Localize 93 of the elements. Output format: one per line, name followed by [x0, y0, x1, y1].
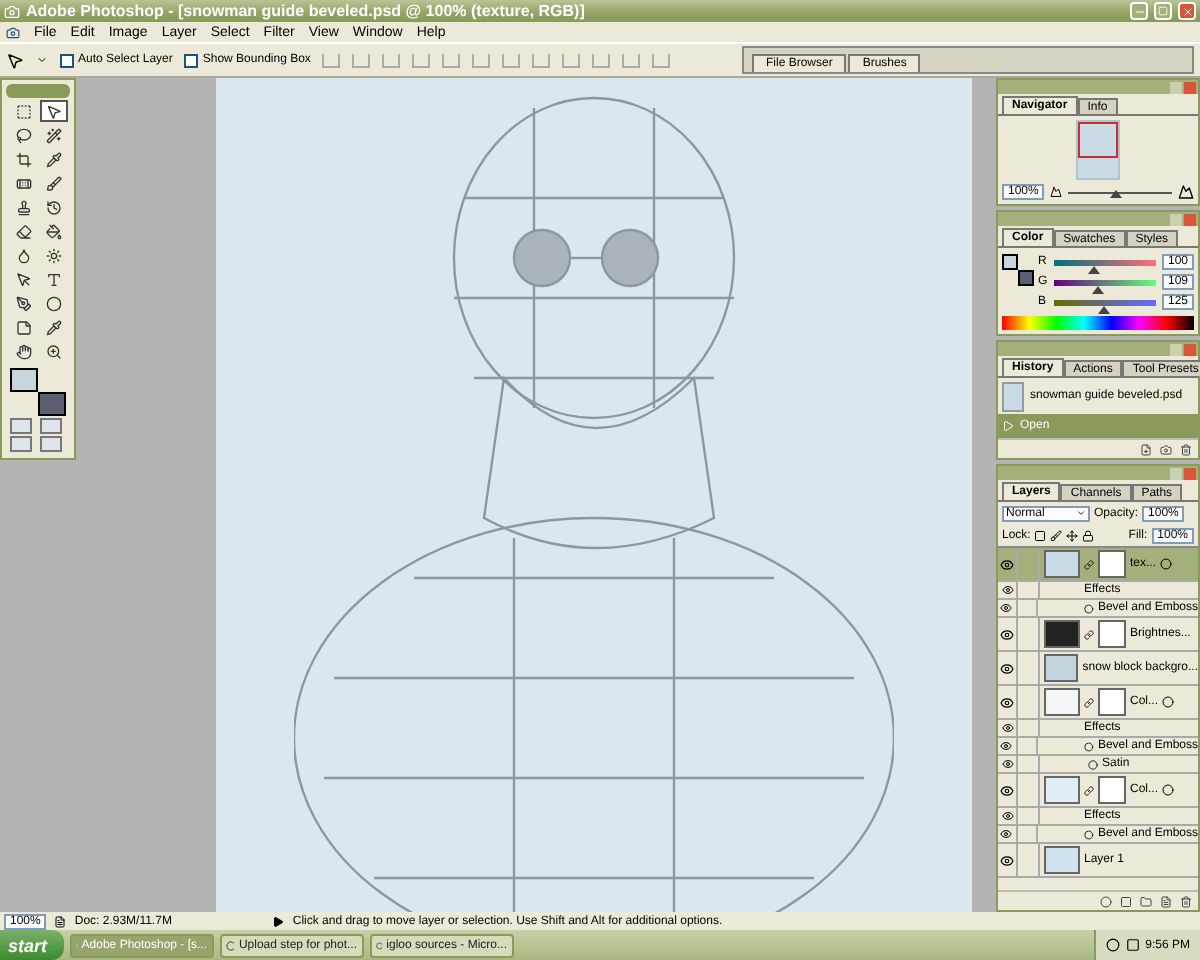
toolbox-header: [6, 84, 70, 98]
wand-icon: [45, 127, 61, 143]
eye-icon[interactable]: [1000, 740, 1013, 752]
eyedropper-icon: [45, 151, 61, 167]
effect-icon: [1084, 603, 1094, 613]
new-layer-icon[interactable]: [1160, 895, 1172, 907]
effect-icon: [1084, 829, 1094, 839]
lock-icon[interactable]: [1082, 529, 1095, 541]
eye-icon[interactable]: [1000, 783, 1014, 797]
full-screen-button[interactable]: [39, 436, 61, 452]
lasso-icon: [15, 127, 31, 143]
effects-icon: [1162, 784, 1175, 796]
foreground-swatch[interactable]: [1002, 254, 1018, 270]
arrow-pointer-icon: [15, 271, 31, 287]
brush-icon: [45, 175, 61, 191]
link-icon: [1084, 629, 1094, 639]
new-document-icon[interactable]: [1140, 443, 1152, 455]
slider-thumb[interactable]: [1109, 189, 1122, 197]
trash-icon[interactable]: [1180, 895, 1192, 907]
letter-t-icon: [45, 271, 61, 287]
layer-thumbnail: [1044, 688, 1080, 716]
lock-paint-icon[interactable]: [1050, 529, 1063, 541]
screen-mode-button[interactable]: [9, 436, 31, 452]
mask-icon[interactable]: [1120, 895, 1132, 907]
minimize-icon: [1133, 5, 1145, 17]
maximize-icon: [1158, 6, 1168, 16]
close-icon: [1181, 5, 1193, 17]
eye-icon[interactable]: [1001, 810, 1013, 822]
layer-thumbnail: [1044, 550, 1080, 578]
eye-icon[interactable]: [1000, 853, 1014, 867]
crop-icon: [15, 151, 31, 167]
eraser-icon: [15, 223, 31, 239]
document-icon: [54, 915, 67, 927]
tool-button[interactable]: [39, 100, 67, 122]
zoom-out-icon[interactable]: [1050, 186, 1063, 198]
link-icon: [1084, 697, 1094, 707]
close-button[interactable]: [1178, 2, 1196, 20]
layer-style-icon[interactable]: [1100, 895, 1112, 907]
circle-icon: [45, 295, 61, 311]
eye-icon[interactable]: [999, 661, 1014, 675]
mask-thumbnail: [1098, 620, 1126, 648]
eye-icon[interactable]: [1000, 602, 1013, 614]
mask-thumbnail: [1098, 776, 1126, 804]
color-spectrum[interactable]: [1002, 316, 1194, 330]
background-swatch[interactable]: [1018, 270, 1034, 286]
eye-icon[interactable]: [1001, 584, 1013, 596]
foreground-swatch[interactable]: [10, 368, 38, 392]
caret-icon[interactable]: [36, 54, 48, 66]
eye-icon[interactable]: [1001, 758, 1013, 770]
paint-bucket-icon: [45, 223, 61, 239]
layer-thumbnail: [1044, 776, 1080, 804]
effects-icon: [1162, 696, 1175, 708]
eye-icon[interactable]: [1001, 722, 1013, 734]
pen-icon: [15, 295, 31, 311]
trash-icon[interactable]: [1180, 443, 1192, 455]
standard-mode-button[interactable]: [9, 418, 31, 434]
layer-thumbnail: [1043, 654, 1079, 682]
stamp-icon: [15, 199, 31, 215]
camera-icon[interactable]: [1160, 443, 1172, 455]
window-title: Adobe Photoshop - [snowman guide beveled.psd @ 100% (texture, RGB)]: [26, 2, 587, 20]
square-dashed-icon: [15, 103, 31, 119]
eye-icon[interactable]: [1000, 627, 1014, 641]
droplet-icon: [15, 247, 31, 263]
layer-thumbnail: [1044, 620, 1080, 648]
caret-icon: [1076, 508, 1086, 518]
hand-icon: [15, 343, 31, 359]
pointer-icon: [45, 103, 61, 119]
quick-mask-button[interactable]: [39, 418, 61, 434]
lock-position-icon[interactable]: [1066, 529, 1079, 541]
background-swatch[interactable]: [38, 392, 66, 416]
mask-thumbnail: [1098, 550, 1126, 578]
link-icon: [1084, 785, 1094, 795]
note-icon: [15, 319, 31, 335]
layer-thumbnail: [1044, 846, 1080, 874]
clock-arrow-icon: [45, 199, 61, 215]
folder-icon[interactable]: [1140, 895, 1152, 907]
lock-transparency-icon[interactable]: [1034, 529, 1047, 541]
sun-icon: [45, 247, 61, 263]
menu-arrow-icon[interactable]: [272, 915, 285, 927]
link-icon: [1084, 559, 1094, 569]
zoom-icon: [45, 343, 61, 359]
history-marker-icon: [1002, 420, 1014, 432]
eye-icon[interactable]: [1000, 695, 1014, 709]
move-tool-icon[interactable]: [6, 51, 24, 69]
bandage-icon: [15, 175, 31, 191]
effects-icon: [1160, 558, 1173, 570]
mask-thumbnail: [1098, 688, 1126, 716]
eyedropper-icon: [45, 319, 61, 335]
zoom-in-icon[interactable]: [1178, 184, 1194, 200]
snapshot-thumbnail: [1002, 381, 1024, 411]
eye-icon[interactable]: [1000, 557, 1014, 571]
eye-icon[interactable]: [1000, 828, 1013, 840]
view-box: [1078, 122, 1118, 158]
